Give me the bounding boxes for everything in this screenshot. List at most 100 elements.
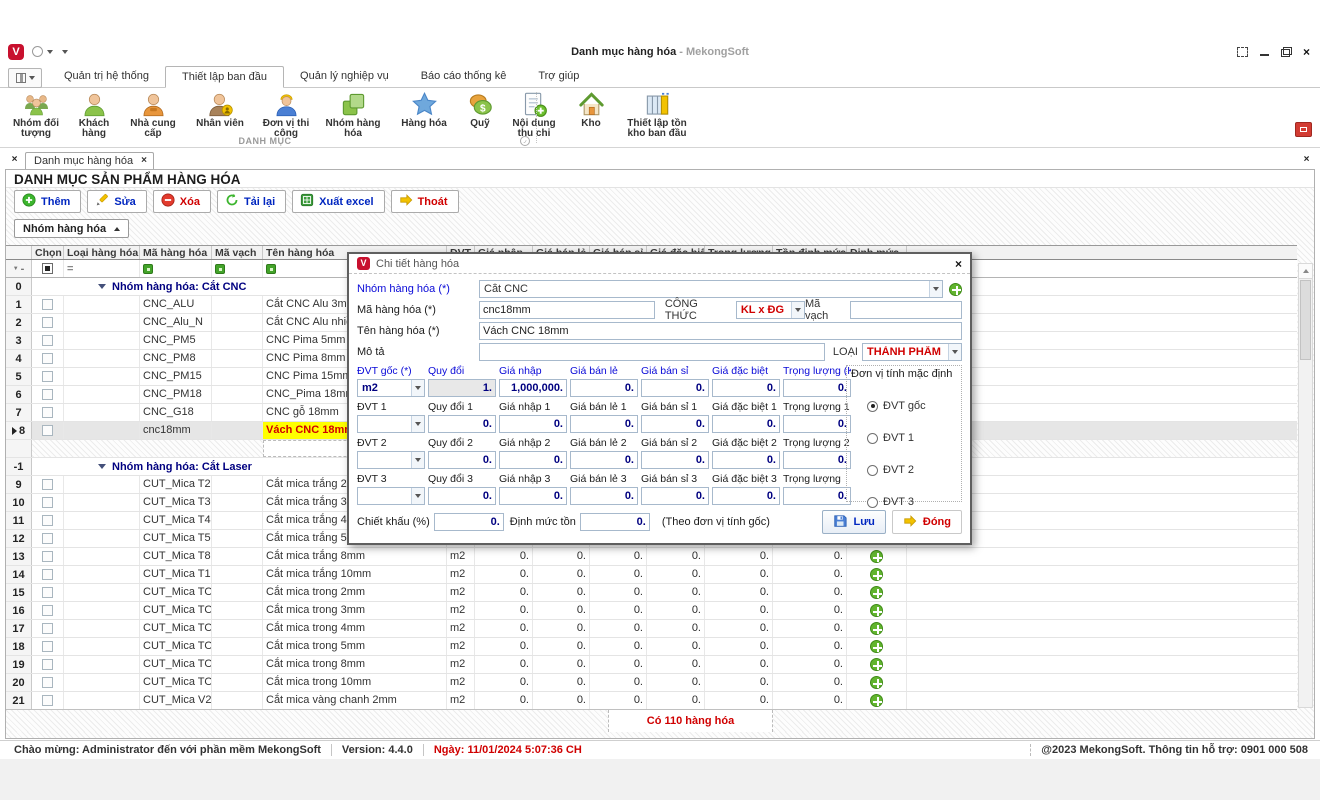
cell-loai[interactable] [64, 422, 140, 439]
cell-ma-vach[interactable] [212, 476, 263, 493]
cell-loai[interactable] [64, 512, 140, 529]
cell-ma-hang-hoa[interactable]: CNC_PM5 [140, 332, 212, 349]
cell-Tồn định mức[interactable]: 0. [773, 674, 847, 691]
cell-loai[interactable] [64, 350, 140, 367]
row-checkbox[interactable] [42, 623, 53, 634]
ribbon-item[interactable]: Nhân viên [184, 90, 256, 130]
cell-Giá bán sỉ[interactable]: 0. [590, 656, 647, 673]
ribbon-layout-button[interactable] [8, 68, 42, 88]
cell-ten-hang-hoa[interactable]: Cắt mica vàng chanh 2mm [263, 692, 447, 709]
cell-ten-hang-hoa[interactable]: Cắt mica trong 5mm [263, 638, 447, 655]
cell-dvt[interactable]: m2 [447, 674, 475, 691]
cell-ma-hang-hoa[interactable]: CUT_Mica T5 [140, 530, 212, 547]
cell-Tồn định mức[interactable]: 0. [773, 566, 847, 583]
cell-ma-hang-hoa[interactable]: CUT_Mica TO3 [140, 602, 212, 619]
collapse-triangle-icon[interactable] [98, 284, 106, 289]
stock-norm-input[interactable]: 0. [580, 513, 650, 531]
unit-field[interactable]: 0. [641, 379, 709, 397]
cell-ten-hang-hoa[interactable]: Cắt mica trong 2mm [263, 584, 447, 601]
unit-field[interactable]: 0. [712, 451, 780, 469]
row-select-cell[interactable] [32, 692, 64, 709]
cell-loai[interactable] [64, 692, 140, 709]
cell-ma-hang-hoa[interactable]: CNC_PM8 [140, 350, 212, 367]
unit-field[interactable]: 0. [499, 487, 567, 505]
cell-loai[interactable] [64, 656, 140, 673]
cell-Giá nhập[interactable]: 0. [475, 566, 533, 583]
add-norm-icon[interactable] [870, 604, 883, 617]
row-select-cell[interactable] [32, 386, 64, 403]
filter-cell-Mã hàng hóa[interactable] [140, 260, 212, 277]
radio-ĐVT 3[interactable]: ĐVT 3 [867, 496, 957, 508]
unit-field[interactable]: 0. [570, 451, 638, 469]
cell-dvt[interactable]: m2 [447, 656, 475, 673]
row-checkbox[interactable] [42, 407, 53, 418]
cell-Giá nhập[interactable]: 0. [475, 674, 533, 691]
ribbon-tab-5[interactable]: Trợ giúp [522, 66, 595, 88]
cell-ma-vach[interactable] [212, 350, 263, 367]
cell-Giá bán lẻ[interactable]: 0. [533, 620, 590, 637]
cell-dinh-muc[interactable] [847, 692, 907, 709]
unit-field[interactable]: 0. [428, 487, 496, 505]
cell-ma-vach[interactable] [212, 530, 263, 547]
radio-ĐVT 2[interactable]: ĐVT 2 [867, 464, 957, 476]
ribbon-collapse-button[interactable] [1295, 122, 1312, 137]
table-row[interactable]: 18CUT_Mica TO5Cắt mica trong 5mmm20.0.0.… [6, 638, 1297, 656]
formula-combo[interactable]: KL x ĐG [736, 301, 805, 319]
cell-ma-vach[interactable] [212, 314, 263, 331]
column-header-Mã vạch[interactable]: Mã vạch [212, 246, 263, 259]
cell-dinh-muc[interactable] [847, 584, 907, 601]
cell-dvt[interactable]: m2 [447, 602, 475, 619]
row-select-cell[interactable] [32, 350, 64, 367]
cell-Giá đặc biệt[interactable]: 0. [647, 584, 705, 601]
cell-dinh-muc[interactable] [847, 674, 907, 691]
cell-Trọng lượng[interactable]: 0. [705, 566, 773, 583]
ribbon-tab-1[interactable]: Quản trị hệ thống [48, 66, 165, 88]
row-select-cell[interactable] [32, 404, 64, 421]
cell-Giá đặc biệt[interactable]: 0. [647, 566, 705, 583]
cell-Giá bán lẻ[interactable]: 0. [533, 674, 590, 691]
scrollbar-thumb[interactable] [1300, 280, 1311, 360]
add-norm-icon[interactable] [870, 694, 883, 707]
chevron-down-icon[interactable] [791, 302, 804, 318]
restore-icon[interactable] [1281, 47, 1292, 57]
chevron-down-icon[interactable] [411, 488, 424, 504]
equals-filter-icon[interactable]: = [67, 263, 73, 275]
cell-ma-vach[interactable] [212, 368, 263, 385]
column-header-num[interactable] [6, 246, 32, 259]
cell-Giá bán sỉ[interactable]: 0. [590, 566, 647, 583]
cell-ma-vach[interactable] [212, 602, 263, 619]
row-select-cell[interactable] [32, 584, 64, 601]
unit-field[interactable]: 0. [428, 451, 496, 469]
cell-dinh-muc[interactable] [847, 566, 907, 583]
cell-ma-hang-hoa[interactable]: CUT_Mica V2 [140, 692, 212, 709]
table-row[interactable]: 21CUT_Mica V2Cắt mica vàng chanh 2mmm20.… [6, 692, 1297, 710]
unit-field[interactable]: 0. [641, 415, 709, 433]
collapse-triangle-icon[interactable] [98, 464, 106, 469]
cell-Trọng lượng[interactable]: 0. [705, 620, 773, 637]
chevron-down-icon[interactable] [411, 380, 424, 396]
cell-dinh-muc[interactable] [847, 638, 907, 655]
unit-field[interactable]: 0. [783, 379, 851, 397]
cell-loai[interactable] [64, 674, 140, 691]
column-header-Loại hàng hóa[interactable]: Loại hàng hóa [64, 246, 140, 259]
row-checkbox[interactable] [42, 641, 53, 652]
table-row[interactable]: 16CUT_Mica TO3Cắt mica trong 3mmm20.0.0.… [6, 602, 1297, 620]
row-select-cell[interactable] [32, 332, 64, 349]
cell-ma-vach[interactable] [212, 548, 263, 565]
cell-loai[interactable] [64, 494, 140, 511]
cell-ma-vach[interactable] [212, 584, 263, 601]
unit-combo-2[interactable] [357, 451, 425, 469]
filter-cell-Loại hàng hóa[interactable]: = [64, 260, 140, 277]
refresh-button[interactable]: Tải lại [217, 190, 286, 213]
cell-dvt[interactable]: m2 [447, 566, 475, 583]
filter-cell-Mã vạch[interactable] [212, 260, 263, 277]
row-checkbox[interactable] [42, 677, 53, 688]
cell-Tồn định mức[interactable]: 0. [773, 548, 847, 565]
cell-ma-hang-hoa[interactable]: cnc18mm [140, 422, 212, 439]
cell-Giá bán sỉ[interactable]: 0. [590, 602, 647, 619]
exit-button[interactable]: Thoát [391, 190, 459, 213]
ribbon-item[interactable]: Nhóm đối tượng [6, 90, 66, 140]
row-select-cell[interactable] [32, 368, 64, 385]
cell-ma-vach[interactable] [212, 692, 263, 709]
radio-ĐVT gốc[interactable]: ĐVT gốc [867, 400, 957, 412]
